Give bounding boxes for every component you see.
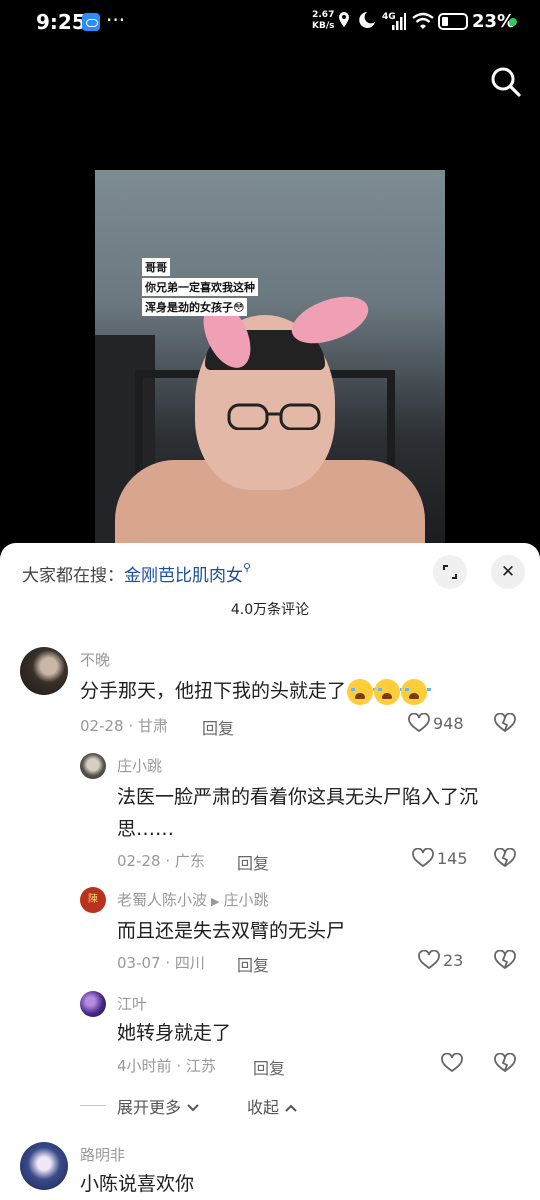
crying-emoji-icon (401, 678, 432, 705)
heart-icon (412, 848, 434, 868)
reply-button[interactable]: 回复 (237, 850, 269, 874)
trending-term[interactable]: 金刚芭比肌肉女 (124, 566, 243, 586)
close-icon: ✕ (500, 562, 516, 582)
video-captions: 哥哥 你兄弟一定喜欢我这种 浑身是劲的女孩子😳 (142, 258, 258, 318)
like-count: 948 (433, 713, 464, 733)
video-person-glasses (227, 403, 321, 430)
wifi-icon (412, 12, 434, 34)
video-caption-line: 哥哥 (142, 258, 170, 276)
heart-icon (418, 950, 440, 970)
battery-icon (438, 13, 468, 30)
dislike-button[interactable] (494, 712, 516, 737)
comment-author[interactable]: 庄小跳 (117, 755, 162, 776)
video-player[interactable]: 哥哥 你兄弟一定喜欢我这种 浑身是劲的女孩子😳 (95, 170, 445, 550)
dislike-button[interactable] (494, 1052, 516, 1077)
fullscreen-icon (443, 565, 457, 579)
broken-heart-icon (494, 949, 516, 970)
chevron-up-icon (285, 1104, 297, 1112)
comment-count: 4.0万条评论 (230, 602, 310, 618)
like-count: 23 (443, 950, 464, 970)
chevron-down-icon (187, 1104, 199, 1112)
trending-search[interactable]: 大家都在搜：金刚芭比肌肉女⚲ (22, 561, 251, 586)
collapse-button[interactable]: 收起 (247, 1094, 298, 1118)
broken-heart-icon (494, 712, 516, 733)
avatar[interactable] (20, 647, 68, 695)
heart-icon (441, 1053, 463, 1073)
dislike-button[interactable] (494, 847, 516, 872)
location-moon-icon (337, 10, 377, 35)
like-button[interactable] (441, 1053, 463, 1073)
comment-author[interactable]: 不晚 (80, 649, 110, 670)
close-button[interactable]: ✕ (491, 555, 525, 589)
comment-text[interactable]: 小陈说喜欢你 (80, 1168, 480, 1200)
reply-target[interactable]: 庄小跳 (223, 891, 268, 909)
comment-text[interactable]: 法医一脸严肃的看着你这具无头尸陷入了沉思…… (117, 781, 497, 845)
status-bar: 9:25 ··· 2.67 KB/s 4G 23% (0, 0, 540, 46)
comments-sheet: 大家都在搜：金刚芭比肌肉女⚲ ✕ 4.0万条评论 不晚 分手那天，他扭下我的头就… (0, 543, 540, 1200)
avatar[interactable]: 陳 (80, 887, 106, 913)
video-caption-line: 浑身是劲的女孩子😳 (142, 298, 248, 316)
comment-text[interactable]: 而且还是失去双臂的无头尸 (117, 915, 497, 947)
comment-text[interactable]: 她转身就走了 (117, 1017, 497, 1049)
crying-emoji-icon (374, 678, 405, 705)
crying-emoji-icon (347, 678, 378, 705)
broken-heart-icon (494, 1052, 516, 1073)
comment-author[interactable]: 老蜀人陈小波 ▶ 庄小跳 (117, 889, 269, 910)
signal-bars-icon (392, 13, 406, 35)
reply-button[interactable]: 回复 (237, 952, 269, 976)
status-time: 9:25 (36, 10, 86, 34)
search-small-icon: ⚲ (243, 561, 252, 574)
avatar[interactable] (80, 991, 106, 1017)
reply-button[interactable]: 回复 (253, 1055, 285, 1079)
search-button[interactable] (488, 64, 524, 100)
network-speed: 2.67 KB/s (312, 10, 335, 31)
comment-meta: 02-28 · 甘肃 (80, 717, 168, 735)
video-caption-line: 你兄弟一定喜欢我这种 (142, 278, 258, 296)
search-icon (491, 67, 521, 97)
divider (80, 1105, 106, 1106)
replies-controls: 展开更多 收起 (0, 1094, 540, 1118)
reply-button[interactable]: 回复 (202, 715, 234, 739)
broken-heart-icon (494, 847, 516, 868)
like-count: 145 (437, 848, 468, 868)
avatar[interactable] (80, 753, 106, 779)
comment-meta: 4小时前 · 江苏 (117, 1057, 216, 1075)
dislike-button[interactable] (494, 949, 516, 974)
comment-meta: 03-07 · 四川 (117, 954, 205, 972)
cloud-app-icon (82, 13, 100, 31)
reply-arrow-icon: ▶ (211, 895, 220, 908)
like-button[interactable]: 23 (418, 950, 463, 970)
heart-icon (408, 713, 430, 733)
comment-text[interactable]: 分手那天，他扭下我的头就走了 (80, 675, 480, 707)
privacy-indicator-dot (509, 18, 517, 26)
comment-meta: 02-28 · 广东 (117, 852, 205, 870)
comment-author[interactable]: 江叶 (117, 993, 147, 1014)
more-notifications-icon: ··· (106, 8, 126, 32)
expand-more-button[interactable]: 展开更多 (117, 1094, 200, 1118)
expand-button[interactable] (433, 555, 467, 589)
comment-author[interactable]: 路明非 (80, 1144, 125, 1165)
like-button[interactable]: 948 (408, 713, 464, 733)
like-button[interactable]: 145 (412, 848, 468, 868)
avatar[interactable] (20, 1142, 68, 1190)
trending-prefix: 大家都在搜： (22, 566, 124, 586)
